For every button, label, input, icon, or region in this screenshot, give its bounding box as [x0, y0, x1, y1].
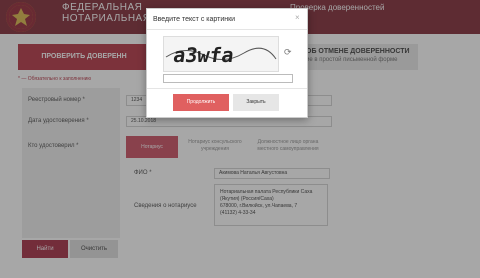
modal-title: Введите текст с картинки — [153, 16, 236, 23]
captcha-input[interactable] — [163, 74, 293, 83]
modal-footer-divider — [147, 88, 307, 89]
captcha-image: a3wfa — [163, 36, 279, 72]
close-button[interactable]: Закрыть — [233, 94, 279, 111]
close-icon[interactable]: × — [295, 13, 300, 22]
captcha-text: a3wfa — [172, 43, 236, 67]
modal-divider — [147, 29, 307, 30]
refresh-icon[interactable]: ⟳ — [284, 47, 292, 58]
captcha-modal: Введите текст с картинки × a3wfa ⟳ Продо… — [146, 8, 308, 118]
submit-button[interactable]: Продолжить — [173, 94, 229, 111]
